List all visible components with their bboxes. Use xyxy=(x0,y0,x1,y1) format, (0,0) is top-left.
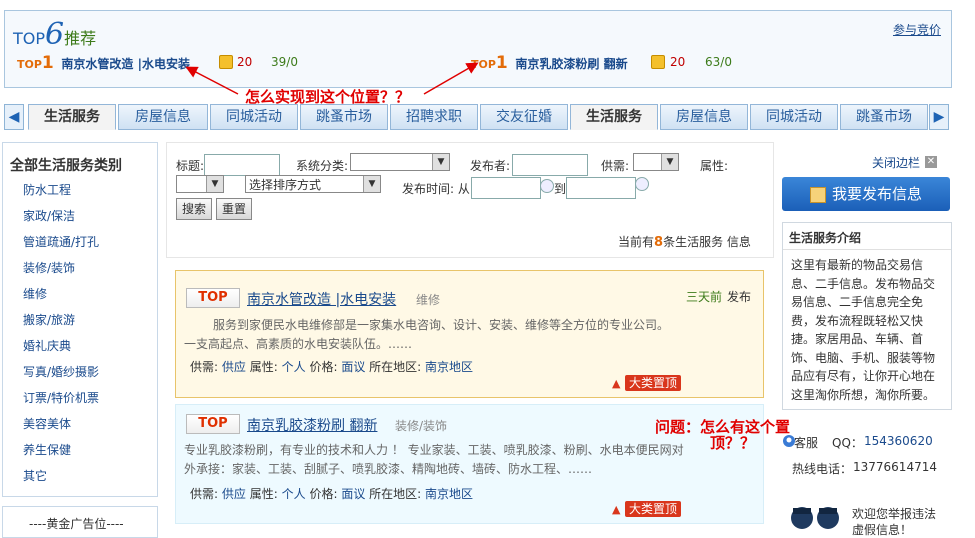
chevron-down-icon: ▼ xyxy=(363,176,380,192)
publish-time-label: 发布时间: 从 xyxy=(402,182,470,196)
attribute-link[interactable]: 个人 xyxy=(282,487,306,501)
tab-dating[interactable]: 交友征婚 xyxy=(480,104,568,130)
tab-city-events-2[interactable]: 同城活动 xyxy=(750,104,838,130)
top-badge: TOP xyxy=(186,414,240,434)
intro-heading: 生活服务介绍 xyxy=(789,231,862,245)
listing-time: 三天前 xyxy=(686,290,723,304)
supply-label: 供需: xyxy=(601,159,630,173)
hotline-label: 热线电话： xyxy=(792,462,853,476)
price-link[interactable]: 面议 xyxy=(341,360,365,374)
supply-select[interactable]: ▼ xyxy=(633,153,679,171)
date-to-input[interactable] xyxy=(566,177,636,199)
edit-icon xyxy=(809,186,826,203)
tab-flea-market-2[interactable]: 跳蚤市场 xyxy=(840,104,928,130)
date-from-input[interactable] xyxy=(471,177,541,199)
sidebar-item[interactable]: 维修 xyxy=(23,285,47,302)
listing-category: 装修/装饰 xyxy=(395,419,448,433)
calendar-icon[interactable] xyxy=(635,177,649,191)
customer-service-label: 客服 xyxy=(794,436,819,450)
pin-up-icon: ▲ xyxy=(612,377,621,390)
title-label: 标题: xyxy=(176,159,205,173)
tab-housing-2[interactable]: 房屋信息 xyxy=(660,104,748,130)
supply-link[interactable]: 供应 xyxy=(222,487,246,501)
category-sidebar: 全部生活服务类别 防水工程 家政/保洁 管道疏通/打孔 装修/装饰 维修 搬家/… xyxy=(2,142,158,497)
report-text-line: 欢迎您举报违法 xyxy=(852,507,937,521)
chevron-down-icon: ▼ xyxy=(432,154,449,170)
annotation-arrow xyxy=(185,66,239,95)
sort-select[interactable]: 选择排序方式 ▼ xyxy=(245,175,381,193)
sidebar-heading: 全部生活服务类别 xyxy=(10,158,122,174)
pin-up-icon: ▲ xyxy=(612,503,621,516)
close-sidebar-link[interactable]: 关闭边栏 xyxy=(872,154,920,171)
hotline-number: 13776614714 xyxy=(853,460,937,474)
police-icon xyxy=(788,502,844,530)
area-link[interactable]: 南京地区 xyxy=(425,487,473,501)
chevron-down-icon: ▼ xyxy=(206,176,223,192)
close-icon[interactable]: ✕ xyxy=(925,156,937,168)
attribute-label: 属性: xyxy=(700,159,729,173)
category-tab-bar: ◀ 生活服务 房屋信息 同城活动 跳蚤市场 招聘求职 交友征婚 生活服务 房屋信… xyxy=(4,104,949,130)
result-count: 当前有8条生活服务 信息 xyxy=(618,235,751,250)
sidebar-item[interactable]: 写真/婚纱摄影 xyxy=(23,363,99,380)
publish-info-button[interactable]: 我要发布信息 xyxy=(782,177,950,211)
category-label: 系统分类: xyxy=(296,159,349,173)
category-pin-button[interactable]: 大类置顶 xyxy=(625,501,682,517)
sidebar-item[interactable]: 装修/装饰 xyxy=(23,259,75,276)
title-input[interactable] xyxy=(204,154,280,176)
area-link[interactable]: 南京地区 xyxy=(425,360,473,374)
annotation-arrow xyxy=(423,62,479,95)
date-to-label: 到 xyxy=(554,182,567,196)
calendar-icon[interactable] xyxy=(540,179,554,193)
category-select[interactable]: ▼ xyxy=(350,153,450,171)
sidebar-item[interactable]: 养生保健 xyxy=(23,441,71,458)
sidebar-item[interactable]: 美容美体 xyxy=(23,415,71,432)
category-pin-button[interactable]: 大类置顶 xyxy=(625,375,682,391)
qq-label: QQ： xyxy=(832,436,863,450)
supply-link[interactable]: 供应 xyxy=(222,360,246,374)
chevron-down-icon: ▼ xyxy=(661,154,678,170)
tab-housing[interactable]: 房屋信息 xyxy=(118,104,208,130)
gold-ad-slot: ----黄金广告位---- xyxy=(2,506,158,538)
listing-description-line: 专业乳胶漆粉刷，有专业的技术和人力 ！ 专业家装、工装、喷乳胶漆、粉刷、水电本便… xyxy=(184,443,684,457)
listing-meta: 供需: 供应 属性: 个人 价格: 面议 所在地区: 南京地区 xyxy=(190,360,474,374)
result-count-number: 8 xyxy=(654,235,664,250)
top-badge: TOP xyxy=(186,288,240,308)
publisher-label: 发布者: xyxy=(470,159,511,173)
annotation-question-2-cont: 顶？？ xyxy=(710,434,756,452)
tab-city-events[interactable]: 同城活动 xyxy=(210,104,298,130)
tab-jobs[interactable]: 招聘求职 xyxy=(390,104,478,130)
service-intro-box: 生活服务介绍 这里有最新的物品交易信息、二手信息。发布物品交易信息、二手信息完全… xyxy=(782,222,952,410)
sidebar-item[interactable]: 订票/特价机票 xyxy=(23,389,99,406)
intro-text: 这里有最新的物品交易信息、二手信息。发布物品交易信息、二手信息完全免费，发布流程… xyxy=(791,258,936,402)
listing-description-line: 一支高起点、高素质的水电安装队伍。…… xyxy=(184,337,413,351)
sidebar-item[interactable]: 家政/保洁 xyxy=(23,207,75,224)
tab-life-service[interactable]: 生活服务 xyxy=(28,104,116,130)
listing-description-line: 外承接：家装、工装、刮腻子、喷乳胶漆、精陶地砖、墙砖、防水工程、…… xyxy=(184,462,593,476)
listing-time-suffix: 发布 xyxy=(727,290,752,304)
sidebar-item[interactable]: 管道疏通/打孔 xyxy=(23,233,99,250)
qq-number[interactable]: 154360620 xyxy=(864,434,933,448)
attribute-link[interactable]: 个人 xyxy=(282,360,306,374)
sidebar-item[interactable]: 防水工程 xyxy=(23,181,71,198)
listing-description-line: 服务到家便民水电维修部是一家集水电咨询、设计、安装、维修等全方位的专业公司。 xyxy=(213,318,670,332)
sidebar-item[interactable]: 其它 xyxy=(23,467,47,484)
tab-flea-market[interactable]: 跳蚤市场 xyxy=(300,104,388,130)
listing-meta: 供需: 供应 属性: 个人 价格: 面议 所在地区: 南京地区 xyxy=(190,487,474,501)
search-button[interactable]: 搜索 xyxy=(176,198,212,220)
tab-scroll-right-button[interactable]: ▶ xyxy=(929,104,949,130)
publisher-input[interactable] xyxy=(512,154,588,176)
listing-title-link[interactable]: 南京乳胶漆粉刷 翻新 xyxy=(247,415,377,435)
ad-slot-label: ----黄金广告位---- xyxy=(29,517,124,531)
listing-category: 维修 xyxy=(416,293,441,307)
reset-button[interactable]: 重置 xyxy=(216,198,252,220)
listing-title-link[interactable]: 南京水管改造 |水电安装 xyxy=(247,289,396,309)
sidebar-item[interactable]: 婚礼庆典 xyxy=(23,337,71,354)
divider xyxy=(783,249,951,250)
sidebar-item[interactable]: 搬家/旅游 xyxy=(23,311,75,328)
tab-scroll-left-button[interactable]: ◀ xyxy=(4,104,24,130)
attribute-select[interactable]: ▼ xyxy=(176,175,224,193)
tab-life-service-2[interactable]: 生活服务 xyxy=(570,104,658,130)
sort-select-value: 选择排序方式 xyxy=(249,178,322,192)
price-link[interactable]: 面议 xyxy=(341,487,365,501)
